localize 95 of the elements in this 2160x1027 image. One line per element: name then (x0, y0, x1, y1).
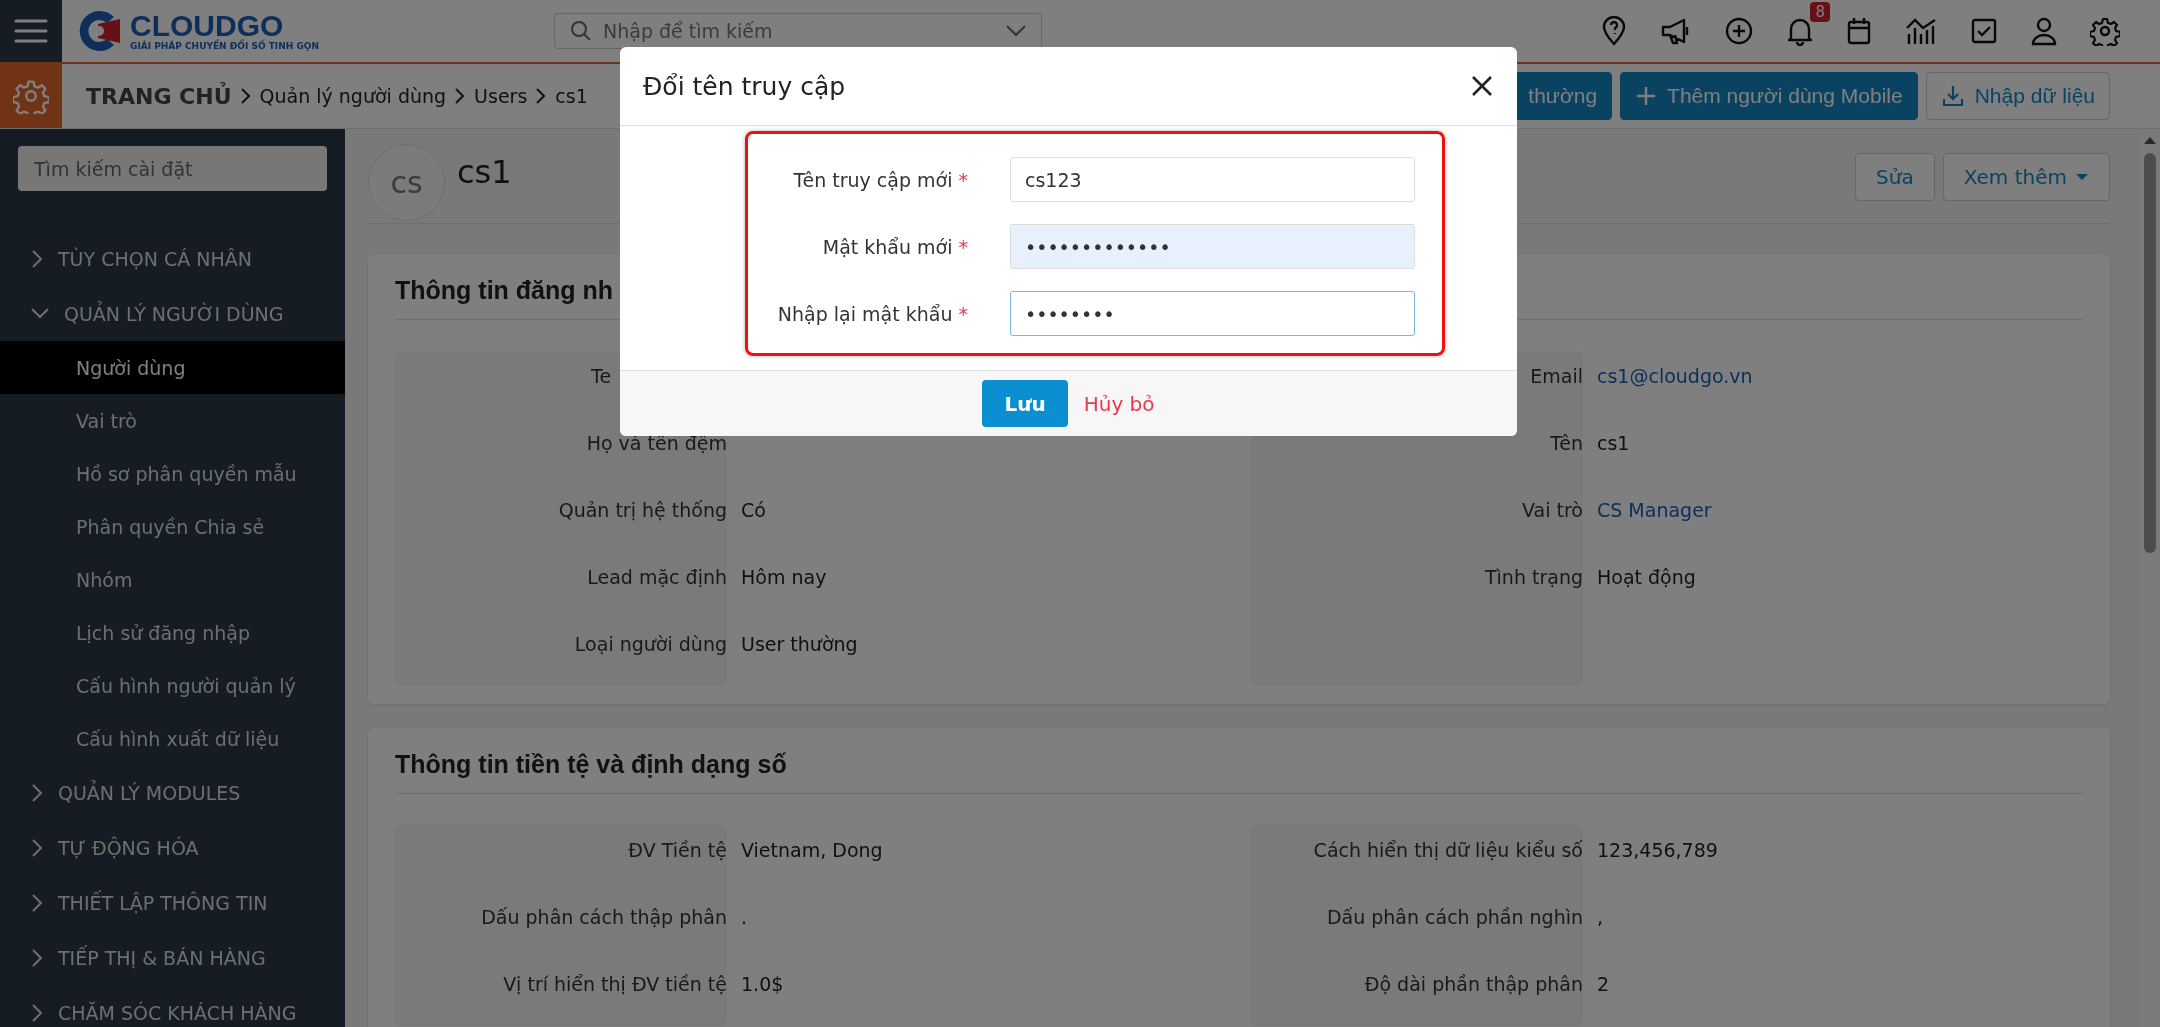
calendar-icon[interactable] (1846, 16, 1872, 46)
sidebar-item[interactable]: Cấu hình xuất dữ liệu (0, 712, 345, 765)
download-icon (1940, 84, 1965, 108)
field-link[interactable]: cs1@cloudgo.vn (1597, 365, 2083, 387)
chevron-down-icon (30, 306, 50, 321)
field-value: 123,456,789 (1597, 839, 1719, 861)
logo-tagline: GIẢI PHÁP CHUYỂN ĐỔI SỐ TINH GỌN (130, 41, 319, 51)
breadcrumb-home[interactable]: TRANG CHỦ (86, 83, 232, 109)
field-label: Dấu phân cách phần nghìn (1326, 906, 1583, 928)
checkbox-icon[interactable] (1970, 17, 1998, 45)
breadcrumb-link[interactable]: cs1 (555, 85, 588, 107)
edit-button[interactable]: Sửa (1855, 153, 1935, 201)
field-label: Tên (1550, 432, 1583, 454)
chevron-right-icon (30, 947, 44, 968)
menu-icon (14, 18, 48, 44)
field-label: Tình trạng (1485, 566, 1583, 588)
record-title: cs1 (457, 153, 512, 191)
chevron-right-icon (535, 87, 548, 105)
sidebar-group[interactable]: TỰ ĐỘNG HÓA (0, 820, 345, 875)
field-value: 1.0$ (741, 973, 785, 995)
sidebar-group[interactable]: CHĂM SÓC KHÁCH HÀNG (0, 985, 345, 1027)
add-icon[interactable] (1724, 16, 1754, 46)
field-label: Vai trò (1522, 499, 1583, 521)
cancel-link[interactable]: Hủy bỏ (1083, 391, 1155, 416)
search-icon (569, 19, 593, 43)
scroll-up-icon[interactable] (2143, 135, 2157, 145)
sidebar-item[interactable]: Người dùng (0, 341, 345, 394)
field-value: User thường (741, 633, 859, 655)
sidebar-item[interactable]: Vai trò (0, 394, 345, 447)
field-label: Cách hiển thị dữ liệu kiểu số (1313, 839, 1583, 861)
input-field[interactable]: •••••••• (1010, 291, 1415, 336)
chevron-right-icon (239, 87, 252, 105)
chevron-right-icon (454, 87, 467, 105)
sidebar-group[interactable]: TÙY CHỌN CÁ NHÂN (0, 231, 345, 286)
import-button[interactable]: Nhập dữ liệu (1925, 72, 2110, 120)
section-title: Thông tin tiền tệ và định dạng số (395, 728, 2083, 794)
sidebar-group[interactable]: TIẾP THỊ & BÁN HÀNG (0, 930, 345, 985)
settings-icon[interactable] (2090, 16, 2120, 46)
field-value: Vietnam, Dong (741, 839, 884, 861)
field-value: . (741, 906, 749, 928)
breadcrumb-link[interactable]: Quản lý người dùng (259, 85, 447, 107)
input-field[interactable]: ••••••••••••• (1010, 224, 1415, 269)
sidebar-item[interactable]: Cấu hình người quản lý (0, 659, 345, 712)
field-value: cs1 (1597, 432, 1631, 454)
field-label: Te (591, 365, 612, 387)
field-value: , (1597, 906, 1605, 928)
notification-badge: 8 (1810, 2, 1830, 22)
close-icon (1471, 75, 1493, 97)
field-label: Quản trị hệ thống (558, 499, 727, 521)
field-label: Họ và tên đệm (586, 432, 727, 454)
sidebar-group[interactable]: QUẢN LÝ NGƯỜI DÙNG (0, 286, 345, 341)
field-value: Hôm nay (741, 566, 828, 588)
chevron-right-icon (30, 892, 44, 913)
chevron-right-icon (30, 1002, 44, 1023)
save-button[interactable]: Lưu (982, 380, 1068, 427)
sidebar-group[interactable]: THIẾT LẬP THÔNG TIN (0, 875, 345, 930)
settings-button[interactable] (0, 64, 62, 128)
search-placeholder: Nhập để tìm kiếm (603, 20, 774, 42)
field-label: ĐV Tiền tệ (628, 839, 727, 861)
field-label: Tên truy cập mới * (792, 168, 968, 191)
field-label: Email (1530, 365, 1583, 387)
chevron-right-icon (30, 782, 44, 803)
more-dropdown[interactable]: Xem thêm (1942, 153, 2110, 201)
sidebar-item[interactable]: Lịch sử đăng nhập (0, 606, 345, 659)
input-field[interactable]: cs123 (1010, 157, 1415, 202)
settings-search-field[interactable]: Tìm kiếm cài đặt (18, 146, 327, 191)
field-label: Vị trí hiển thị ĐV tiền tệ (503, 973, 727, 995)
sidebar-item[interactable]: Phân quyền Chia sẻ (0, 500, 345, 553)
menu-button[interactable] (0, 0, 62, 62)
field-value: Hoạt động (1597, 566, 1697, 588)
bell-icon[interactable] (1786, 16, 1814, 46)
add-user-button[interactable]: Thêm người dùng Mobile (1620, 72, 1918, 120)
user-icon[interactable] (2030, 16, 2058, 46)
avatar: cs (368, 143, 445, 221)
scrollbar-thumb[interactable] (2144, 153, 2156, 553)
chevron-right-icon (30, 837, 44, 858)
settings-icon (13, 78, 49, 114)
field-label: Loại người dùng (574, 633, 727, 655)
caret-icon (2075, 173, 2089, 181)
breadcrumb-link[interactable]: Users (474, 85, 528, 107)
field-value: 2 (1597, 973, 1611, 995)
chart-icon[interactable] (1904, 16, 1938, 46)
sidebar-item[interactable]: Nhóm (0, 553, 345, 606)
sidebar-group[interactable]: QUẢN LÝ MODULES (0, 765, 345, 820)
plus-icon (1635, 85, 1658, 107)
dialog-title: Đổi tên truy cập (643, 71, 846, 101)
field-label: Độ dài phần thập phân (1364, 973, 1583, 995)
chevron-right-icon (30, 248, 44, 269)
sidebar-item[interactable]: Hồ sơ phân quyền mẫu (0, 447, 345, 500)
field-link[interactable]: CS Manager (1597, 499, 2083, 521)
field-value: Có (741, 499, 767, 521)
chevron-down-icon (1005, 24, 1027, 38)
location-help-icon[interactable] (1600, 16, 1628, 46)
field-label: Dấu phân cách thập phân (481, 906, 727, 928)
field-label: Lead mặc định (587, 566, 727, 588)
